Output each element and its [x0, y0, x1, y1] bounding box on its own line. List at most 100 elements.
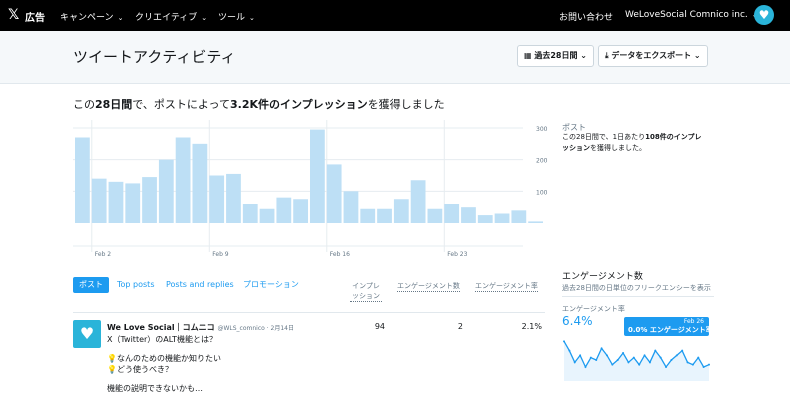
impressions-bar[interactable]: [91, 178, 107, 223]
chevron-down-icon: ⌄: [117, 14, 124, 22]
chevron-down-icon: ⌄: [691, 51, 701, 60]
tab-top-posts[interactable]: Top posts: [117, 277, 155, 293]
sparkline-point[interactable]: [670, 359, 673, 361]
nav-campaigns[interactable]: キャンペーン ⌄: [60, 10, 123, 23]
sparkline-point[interactable]: [702, 366, 705, 368]
tab-promotion[interactable]: プロモーション: [243, 277, 299, 293]
x-tick-label: Feb 9: [212, 251, 229, 258]
export-data-button[interactable]: ⤓ データをエクスポート ⌄: [598, 45, 708, 67]
impressions-bar[interactable]: [75, 137, 90, 224]
summary-days: 28日間: [95, 98, 133, 111]
chevron-down-icon: ⌄: [577, 51, 587, 60]
sparkline-point[interactable]: [589, 356, 592, 359]
sparkline-point[interactable]: [616, 359, 619, 361]
period-select-button[interactable]: ▦ 過去28日間 ⌄: [517, 45, 594, 67]
sparkline-point[interactable]: [563, 340, 565, 343]
impressions-bar[interactable]: [444, 204, 460, 223]
x-tick-label: Feb 23: [447, 251, 467, 258]
impressions-bar[interactable]: [276, 197, 292, 223]
impressions-bar[interactable]: [192, 143, 208, 223]
ads-brand-label[interactable]: 広告: [25, 9, 45, 24]
impressions-bar[interactable]: [242, 204, 258, 223]
nav-campaigns-label: キャンペーン: [60, 13, 114, 23]
column-engagement-rate[interactable]: エンゲージメント率: [475, 281, 538, 292]
impressions-bar[interactable]: [528, 221, 543, 223]
sparkline-point[interactable]: [568, 349, 571, 352]
sparkline-point[interactable]: [632, 356, 635, 359]
impressions-bar[interactable]: [410, 180, 426, 223]
impressions-bar[interactable]: [293, 199, 308, 223]
tweet-engagement-rate: 2.1%: [521, 322, 542, 331]
sparkline-point[interactable]: [686, 361, 689, 364]
impressions-bar[interactable]: [360, 208, 376, 223]
tab-posts-and-replies[interactable]: Posts and replies: [166, 277, 234, 293]
impressions-bar[interactable]: [175, 137, 191, 224]
impressions-bar[interactable]: [142, 177, 157, 223]
sparkline-point[interactable]: [600, 347, 603, 350]
impressions-bar[interactable]: [477, 215, 493, 223]
tweet-text-line: 💡なんのための機能か知りたい: [107, 354, 221, 363]
x-logo-icon[interactable]: 𝕏: [8, 7, 19, 23]
impressions-bar[interactable]: [393, 199, 409, 223]
nav-creatives[interactable]: クリエイティブ ⌄: [135, 10, 207, 23]
engagement-rate-sparkline: [563, 340, 710, 381]
side-text-part3: を獲得しました。: [590, 144, 646, 152]
heart-icon[interactable]: ♥: [754, 5, 774, 25]
sparkline-point[interactable]: [579, 354, 582, 357]
column-engagements[interactable]: エンゲージメント数: [397, 281, 460, 292]
sparkline-point[interactable]: [659, 356, 662, 359]
account-menu[interactable]: WeLoveSocial Comnico inc.⌄: [625, 10, 758, 20]
sparkline-point[interactable]: [654, 349, 657, 352]
sparkline-point[interactable]: [627, 361, 630, 364]
impressions-bar[interactable]: [125, 183, 141, 223]
chevron-down-icon: ⌄: [249, 14, 255, 22]
top-nav: 𝕏 広告 キャンペーン ⌄ クリエイティブ ⌄ ツール ⌄ お問い合わせ WeLove…: [0, 0, 790, 31]
side-text-part2: ッション: [562, 144, 590, 152]
impressions-bar[interactable]: [158, 159, 174, 223]
nav-tools[interactable]: ツール ⌄: [218, 10, 255, 23]
sparkline-point[interactable]: [697, 356, 700, 359]
summary-middle: で、ポストによって: [132, 98, 230, 111]
x-tick-label: Feb 2: [95, 251, 112, 258]
tweet-impressions: 94: [374, 322, 385, 331]
sparkline-point[interactable]: [584, 366, 587, 368]
sparkline-point[interactable]: [691, 363, 694, 366]
contact-link[interactable]: お問い合わせ: [559, 10, 613, 23]
impressions-bar[interactable]: [377, 208, 392, 223]
sparkline-point[interactable]: [675, 354, 678, 357]
sparkline-point[interactable]: [622, 352, 625, 354]
impressions-bar[interactable]: [427, 208, 443, 223]
impressions-bar[interactable]: [494, 213, 510, 224]
sparkline-point[interactable]: [665, 366, 668, 368]
tweet-author[interactable]: We Love Social｜コムニコ @WLS_comnico · 2月14日: [107, 322, 294, 333]
page-title: ツイートアクティビティ: [73, 48, 236, 66]
calendar-icon: ▦: [524, 51, 535, 60]
sparkline-point[interactable]: [605, 354, 608, 357]
sparkline-point[interactable]: [595, 359, 598, 361]
tab-posts[interactable]: ポスト: [73, 277, 109, 293]
impressions-bar[interactable]: [108, 181, 124, 223]
tweet-text-line: 機能の説明できないかも…: [107, 384, 203, 393]
page-header: ツイートアクティビティ ▦ 過去28日間 ⌄ ⤓ データをエクスポート ⌄: [0, 31, 790, 84]
impressions-bar[interactable]: [226, 173, 241, 223]
sparkline-point[interactable]: [708, 363, 710, 366]
sparkline-point[interactable]: [643, 354, 646, 357]
heart-icon[interactable]: ♥: [73, 320, 101, 348]
impressions-bar[interactable]: [511, 210, 527, 223]
impressions-bar[interactable]: [209, 175, 225, 224]
impressions-bar[interactable]: [326, 164, 342, 223]
side-text-part1: この28日間で、1日あたり: [562, 133, 646, 141]
sparkline-point[interactable]: [611, 363, 614, 366]
sparkline-point[interactable]: [573, 361, 576, 364]
sparkline-point[interactable]: [638, 363, 641, 366]
sparkline-point[interactable]: [681, 349, 684, 352]
sparkline-point[interactable]: [648, 361, 651, 364]
impressions-bar[interactable]: [310, 129, 325, 223]
impressions-bar[interactable]: [343, 191, 359, 223]
column-impressions[interactable]: インプレ ッション: [350, 281, 382, 302]
impressions-bar[interactable]: [461, 207, 476, 223]
impressions-bar[interactable]: [259, 208, 275, 223]
y-tick-label: 300: [536, 126, 548, 133]
tweet-text-line[interactable]: X（Twitter）のALT機能とは？: [107, 334, 217, 345]
side-text-bold: 108件のインプレ: [645, 133, 702, 141]
